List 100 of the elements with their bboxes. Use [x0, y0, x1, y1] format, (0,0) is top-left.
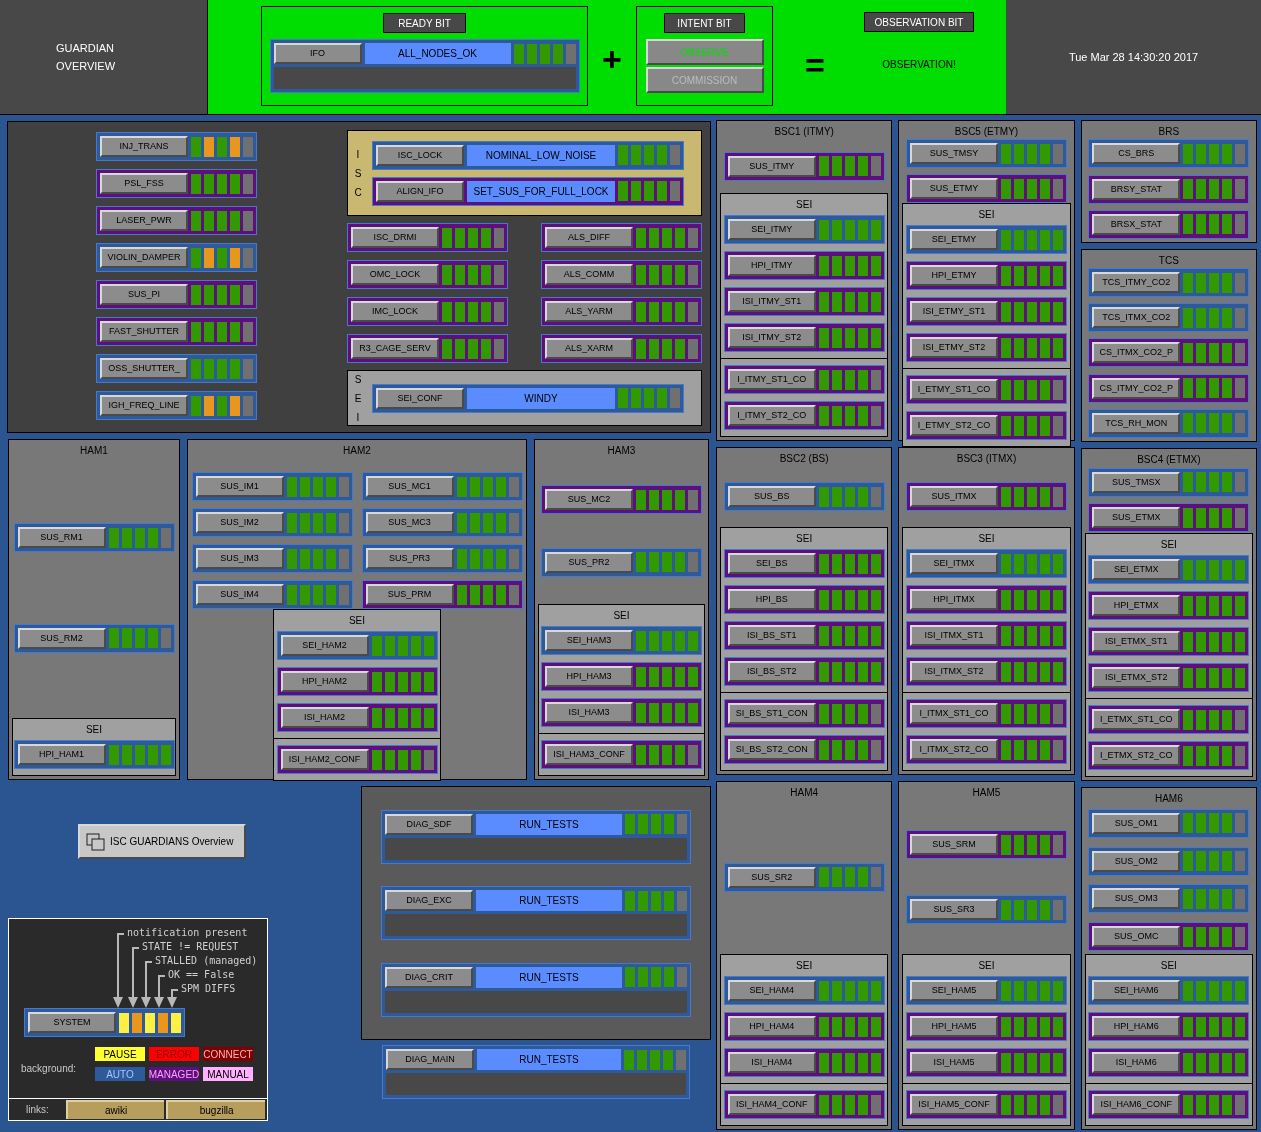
- node-button[interactable]: DIAG_SDF: [385, 813, 473, 835]
- node-button[interactable]: HPI_ETMX: [1092, 595, 1181, 616]
- isc-guardians-button[interactable]: ISC GUARDIANS Overview: [78, 824, 246, 859]
- node-button[interactable]: HPI_ITMX: [910, 589, 998, 610]
- node-button[interactable]: R3_CAGE_SERV: [351, 338, 439, 359]
- node-button[interactable]: SI_BS_ST2_CON: [727, 739, 816, 760]
- node-button[interactable]: ALS_DIFF: [545, 227, 633, 248]
- node-button[interactable]: SEI_ETMX: [1092, 559, 1181, 580]
- node-button[interactable]: SEI_ETMY: [910, 229, 998, 250]
- node-button[interactable]: SUS_ITMY: [727, 155, 816, 177]
- node-button[interactable]: OMC_LOCK: [351, 264, 439, 285]
- node-button[interactable]: ISI_HAM6_CONF: [1092, 1094, 1181, 1115]
- node-button[interactable]: DIAG_CRIT: [385, 966, 473, 988]
- node-button[interactable]: HPI_HAM3: [545, 666, 633, 687]
- node-button[interactable]: ISI_ETMY_ST1: [910, 301, 998, 322]
- node-button[interactable]: I_ITMX_ST1_CO: [910, 703, 998, 724]
- node-button[interactable]: SI_BS_ST1_CON: [727, 703, 816, 724]
- node-button[interactable]: ISI_HAM4: [727, 1052, 816, 1073]
- node-button[interactable]: VIOLIN_DAMPER: [100, 247, 188, 268]
- node-button[interactable]: HPI_HAM2: [280, 671, 369, 692]
- node-button[interactable]: ISI_HAM2_CONF: [280, 749, 369, 770]
- node-button[interactable]: ISI_HAM5_CONF: [910, 1094, 998, 1115]
- node-button[interactable]: SUS_MC3: [365, 512, 454, 533]
- node-button[interactable]: BRSY_STAT: [1092, 178, 1181, 200]
- node-button[interactable]: ISI_ITMX_ST2: [910, 661, 998, 682]
- node-button[interactable]: HPI_HAM4: [727, 1016, 816, 1037]
- node-button[interactable]: SEI_HAM4: [727, 980, 816, 1001]
- link-button[interactable]: awiki: [65, 1100, 165, 1119]
- node-button[interactable]: DIAG_MAIN: [386, 1049, 474, 1070]
- node-button[interactable]: ISI_HAM5: [910, 1052, 998, 1073]
- node-button[interactable]: SUS_OM1: [1092, 812, 1181, 834]
- node-button[interactable]: SUS_PRM: [365, 584, 454, 605]
- node-button[interactable]: ISI_ITMY_ST2: [727, 327, 816, 348]
- node-button[interactable]: SUS_PR2: [545, 551, 633, 573]
- node-button[interactable]: SUS_IM3: [195, 548, 284, 569]
- node-button[interactable]: HPI_ITMY: [727, 255, 816, 276]
- node-button[interactable]: CS_ITMY_CO2_P: [1092, 377, 1181, 399]
- node-button[interactable]: ALS_YARM: [545, 301, 633, 322]
- node-button[interactable]: SUS_PR3: [365, 548, 454, 569]
- node-button[interactable]: SUS_SR2: [727, 866, 816, 888]
- node-button[interactable]: SUS_TMSX: [1092, 471, 1181, 493]
- node-button[interactable]: SEI_HAM6: [1092, 980, 1181, 1001]
- node-button[interactable]: SUS_TMSY: [910, 143, 998, 164]
- node-button[interactable]: ISI_ITMY_ST1: [727, 291, 816, 312]
- node-button[interactable]: SUS_OMC: [1092, 926, 1181, 948]
- node-button[interactable]: I_ETMX_ST1_CO: [1092, 709, 1181, 730]
- node-button[interactable]: OSS_SHUTTER_: [100, 358, 188, 379]
- node-button[interactable]: SYSTEM: [28, 1012, 116, 1033]
- node-button[interactable]: TCS_ITMX_CO2: [1092, 307, 1181, 329]
- node-button[interactable]: SEI_CONF: [376, 387, 464, 409]
- node-button[interactable]: I_ETMX_ST2_CO: [1092, 745, 1181, 766]
- node-button[interactable]: SUS_OM3: [1092, 888, 1181, 910]
- node-button[interactable]: ISI_HAM3_CONF: [545, 744, 633, 765]
- node-button[interactable]: IFO: [273, 43, 362, 64]
- node-button[interactable]: SUS_BS: [727, 486, 816, 507]
- node-button[interactable]: SUS_PI: [100, 284, 188, 305]
- node-button[interactable]: ISI_BS_ST2: [727, 661, 816, 682]
- node-button[interactable]: ALS_XARM: [545, 338, 633, 359]
- node-button[interactable]: SUS_RM1: [17, 527, 106, 549]
- node-button[interactable]: SUS_ETMY: [910, 178, 998, 199]
- node-button[interactable]: SEI_BS: [727, 553, 816, 574]
- node-button[interactable]: HPI_HAM5: [910, 1016, 998, 1037]
- node-button[interactable]: CS_ITMX_CO2_P: [1092, 342, 1181, 364]
- node-button[interactable]: SUS_SRM: [910, 834, 998, 855]
- node-button[interactable]: SEI_ITMX: [910, 553, 998, 574]
- node-button[interactable]: ISI_HAM4_CONF: [727, 1094, 816, 1115]
- node-button[interactable]: FAST_SHUTTER: [100, 321, 188, 342]
- node-button[interactable]: TCS_ITMY_CO2: [1092, 272, 1181, 294]
- node-button[interactable]: ISC_LOCK: [376, 144, 464, 166]
- node-button[interactable]: SEI_ITMY: [727, 219, 816, 240]
- node-button[interactable]: SUS_MC1: [365, 476, 454, 497]
- node-button[interactable]: SUS_IM1: [195, 476, 284, 497]
- node-button[interactable]: HPI_BS: [727, 589, 816, 610]
- node-button[interactable]: DIAG_EXC: [385, 890, 473, 911]
- node-button[interactable]: SEI_HAM5: [910, 980, 998, 1001]
- node-button[interactable]: ISI_ETMX_ST2: [1092, 667, 1181, 688]
- node-button[interactable]: HPI_ETMY: [910, 265, 998, 286]
- node-button[interactable]: BRSX_STAT: [1092, 213, 1181, 235]
- node-button[interactable]: LASER_PWR: [100, 210, 188, 231]
- node-button[interactable]: I_ITMX_ST2_CO: [910, 739, 998, 760]
- node-button[interactable]: SUS_SR3: [910, 899, 998, 920]
- node-button[interactable]: HPI_HAM6: [1092, 1016, 1181, 1037]
- node-button[interactable]: SUS_ITMX: [910, 486, 998, 507]
- node-button[interactable]: IMC_LOCK: [351, 301, 439, 322]
- node-button[interactable]: SUS_RM2: [17, 627, 106, 649]
- node-button[interactable]: SUS_OM2: [1092, 850, 1181, 872]
- node-button[interactable]: CS_BRS: [1092, 143, 1181, 165]
- node-button[interactable]: HPI_HAM1: [17, 744, 106, 765]
- node-button[interactable]: ISI_ETMX_ST1: [1092, 631, 1181, 652]
- node-button[interactable]: I_ITMY_ST2_CO: [727, 405, 816, 426]
- node-button[interactable]: I_ETMY_ST2_CO: [910, 415, 998, 436]
- node-button[interactable]: ALS_COMM: [545, 264, 633, 285]
- node-button[interactable]: ISI_BS_ST1: [727, 625, 816, 646]
- node-button[interactable]: PSL_FSS: [100, 173, 188, 194]
- node-button[interactable]: SUS_IM2: [195, 512, 284, 533]
- node-button[interactable]: ISI_ETMY_ST2: [910, 337, 998, 358]
- node-button[interactable]: IGH_FREQ_LINE: [100, 395, 188, 416]
- node-button[interactable]: I_ITMY_ST1_CO: [727, 369, 816, 390]
- node-button[interactable]: SUS_MC2: [545, 489, 633, 511]
- node-button[interactable]: ALIGN_IFO: [376, 180, 464, 202]
